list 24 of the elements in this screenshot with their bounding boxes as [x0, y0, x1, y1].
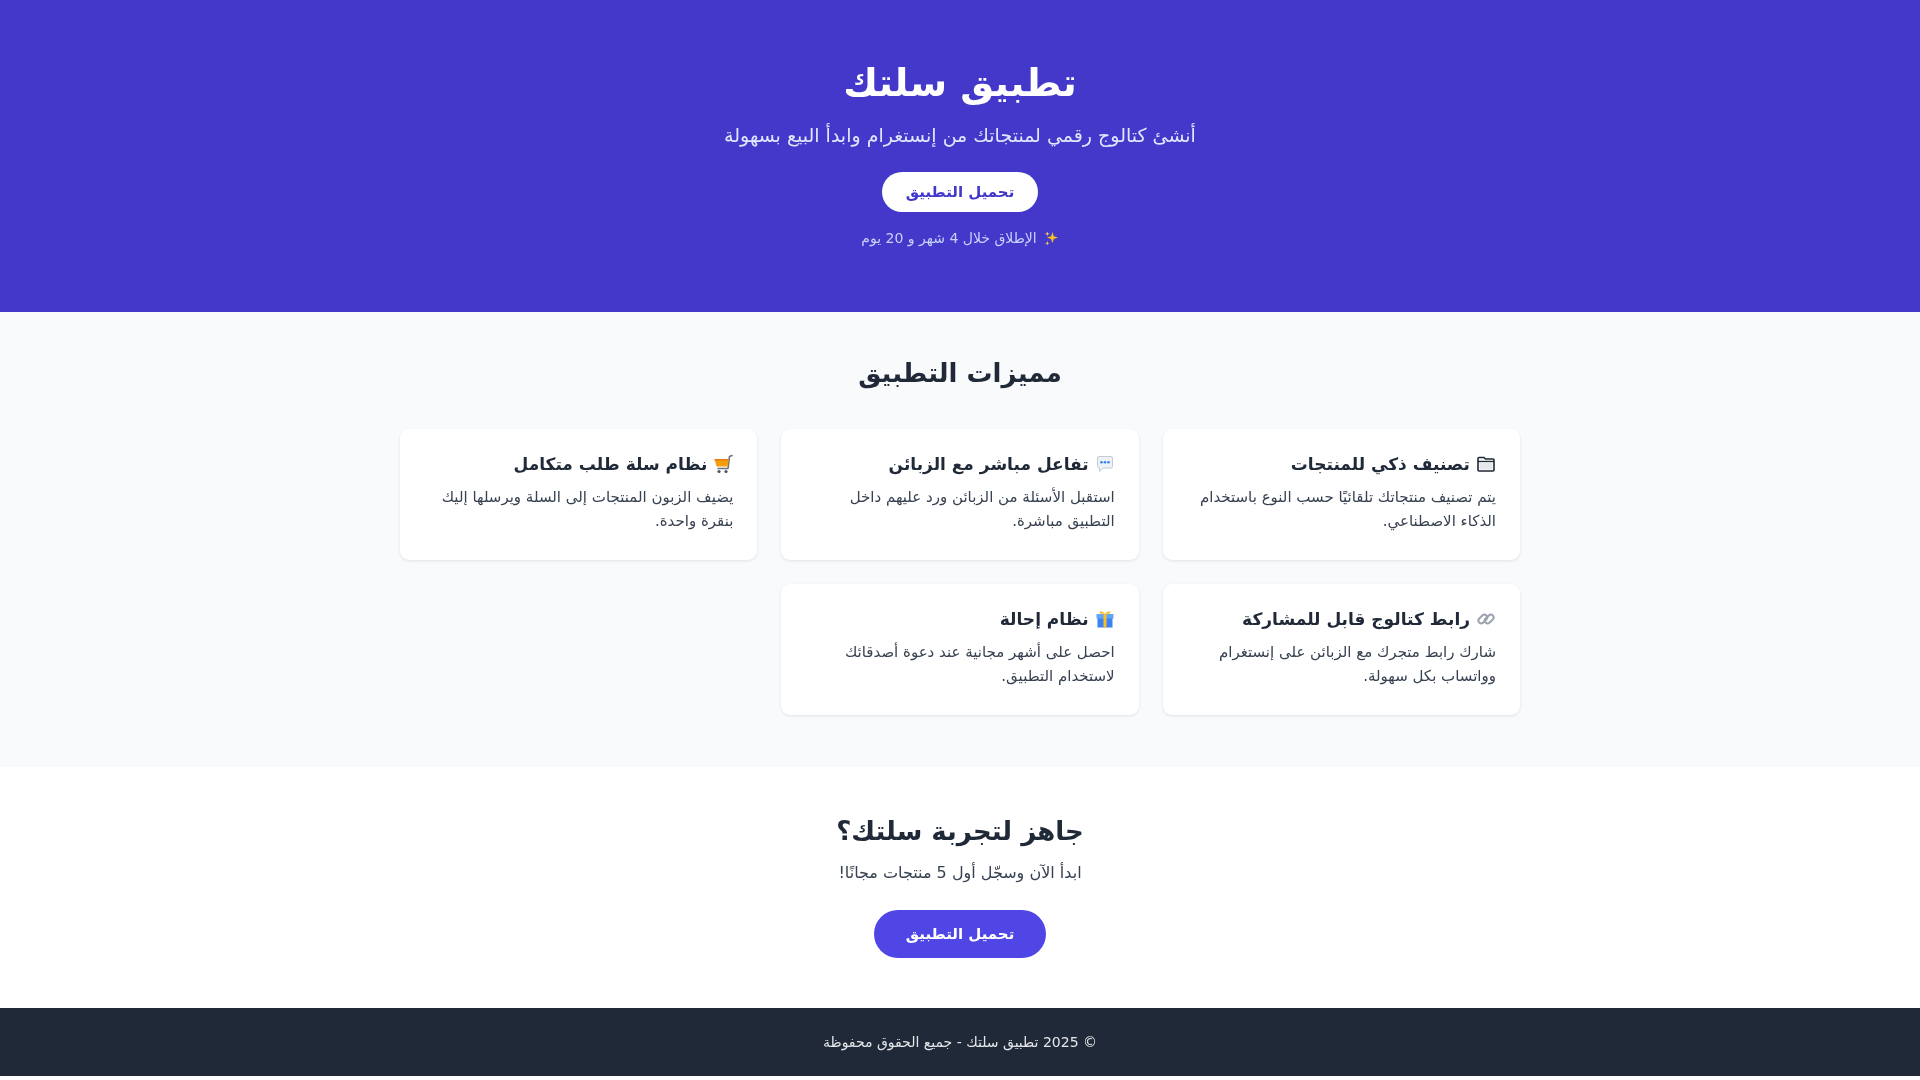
hero-subtitle: أنشئ كتالوج رقمي لمنتجاتك من إنستغرام وابدأ البيع بسهولة	[724, 122, 1196, 149]
feature-title: تصنيف ذكي للمنتجات	[1290, 453, 1470, 477]
sparkles-icon	[1043, 230, 1059, 246]
feature-title: نظام إحالة	[999, 608, 1089, 631]
copyright-text: © 2025 تطبيق سلتك - جميع الحقوق محفوظة	[823, 1033, 1098, 1052]
section-heading: مميزات التطبيق	[858, 357, 1062, 391]
download-app-button[interactable]: تحميل التطبيق	[881, 172, 1039, 212]
folder-icon	[1476, 454, 1496, 474]
app-title: تطبيق سلتك	[843, 60, 1077, 106]
cta-heading: جاهز لتجربة سلتك؟	[836, 815, 1084, 849]
feature-title: نظام سلة طلب متكامل	[513, 453, 708, 476]
feature-description: احصل على أشهر مجانية عند دعوة أصدقائك لاستخدام التطبيق.	[843, 641, 1115, 687]
feature-description: يضيف الزبون المنتجات إلى السلة ويرسلها إليك بنقرة واحدة.	[440, 487, 734, 532]
feature-title: تفاعل مباشر مع الزبائن	[888, 453, 1089, 477]
gift-icon	[1094, 609, 1115, 629]
shopping-cart-icon	[713, 454, 734, 474]
feature-description: استقبل الأسئلة من الزبائن ورد عليهم داخل التطبيق مباشرة.	[848, 486, 1115, 532]
download-app-button[interactable]: تحميل التطبيق	[873, 910, 1047, 958]
cta-text: ابدأ الآن وسجّل أول 5 منتجات مجانًا!	[838, 861, 1082, 885]
launch-countdown-text: الإطلاق خلال 4 شهر و 20 يوم	[861, 229, 1037, 247]
feature-description: يتم تصنيف منتجاتك تلقائيًا حسب النوع باستخدام الذكاء الاصطناعي.	[1199, 487, 1496, 533]
feature-title: رابط كتالوج قابل للمشاركة	[1242, 608, 1470, 632]
speech-bubble-icon	[1094, 454, 1115, 474]
feature-description: شارك رابط متجرك مع الزبائن على إنستغرام وواتساب بكل سهولة.	[1217, 642, 1496, 687]
